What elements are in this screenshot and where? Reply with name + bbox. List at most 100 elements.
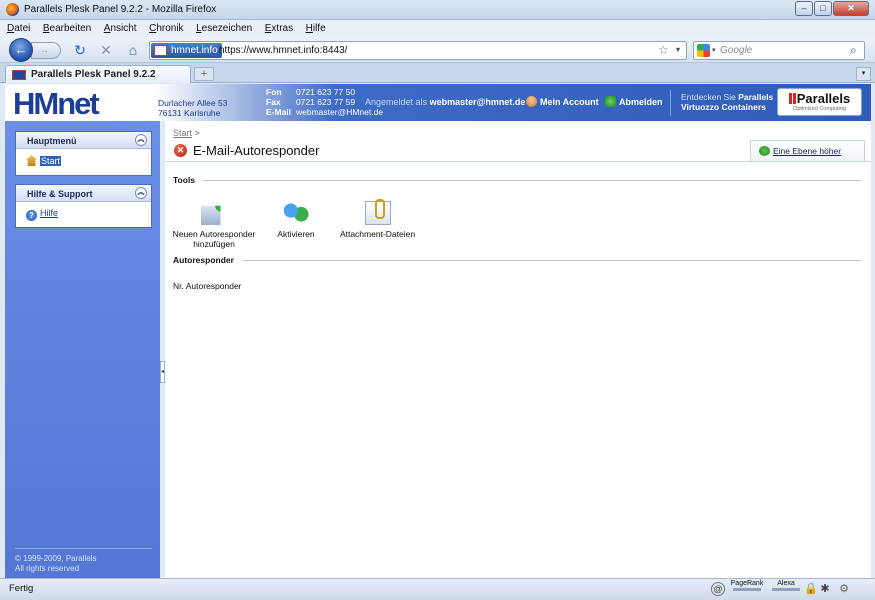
main-menu-title: Hauptmenü [27,136,77,146]
tab-label: Parallels Plesk Panel 9.2.2 [31,69,156,80]
page-title: E-Mail-Autoresponder [193,143,320,158]
tab-list-button[interactable]: ▾ [856,67,871,81]
firefox-icon [6,3,19,16]
company-address: Durlacher Allee 53 76131 Karlsruhe [158,98,227,118]
forward-button[interactable]: → [31,42,61,59]
addon-icon[interactable]: ✱ [818,582,832,596]
parallels-logo-text: Parallels [796,91,851,106]
stop-icon[interactable]: ✕ [97,41,115,59]
parallels-bars-icon [792,93,796,104]
url-dropdown-icon[interactable]: ▾ [676,45,680,54]
collapse-icon[interactable]: ︽ [135,134,147,146]
reload-icon[interactable]: ↻ [71,41,89,59]
url-bar[interactable]: hmnet.info https://www.hmnet.info:8443/ … [149,41,687,60]
menu-chronik[interactable]: Chronik [142,20,186,34]
logout-link[interactable]: Abmelden [605,96,663,107]
minimize-button[interactable]: – [795,1,813,16]
tab-favicon-icon [12,70,26,80]
up-one-level-label: Eine Ebene höher [773,146,842,156]
promo-brand: Parallels [738,92,774,102]
navigation-toolbar: → ← ↻ ✕ ⌂ hmnet.info https://www.hmnet.i… [0,37,875,63]
promo-product: Virtuozzo Containers [681,102,766,112]
title-divider [165,161,871,162]
autoresponder-count-label: Nr. Autoresponder [173,281,242,291]
address-line: Durlacher Allee 53 [158,98,228,108]
tools-divider [203,180,861,181]
lock-icon[interactable]: 🔒 [804,582,818,596]
home-icon [26,155,37,166]
user-icon [526,96,537,107]
add-mail-icon [201,205,221,225]
main-menu-panel: Hauptmenü ︽ Start [15,131,152,176]
tools-heading: Tools [173,175,196,185]
menu-datei[interactable]: Datei [0,20,33,34]
maximize-button[interactable]: □ [814,1,832,16]
url-input[interactable]: https://www.hmnet.info:8443/ [219,45,347,56]
logged-in-status: Angemeldet als webmaster@hmnet.de [365,97,525,107]
contact-label: E-Mail [266,107,292,117]
parallels-logo[interactable]: Parallels Optimized Computing [777,88,862,116]
sidebar: Hauptmenü ︽ Start Hilfe & Support ︽ ? Hil… [5,121,160,578]
breadcrumb-start-link[interactable]: Start [173,128,192,138]
header-divider [670,90,671,116]
back-button[interactable]: ← [9,38,33,62]
site-identity-label: hmnet.info [171,45,218,56]
close-window-button[interactable]: ✕ [833,1,869,16]
main-menu-header[interactable]: Hauptmenü ︽ [16,132,151,149]
sidebar-item-help[interactable]: ? Hilfe [26,208,151,221]
site-identity-button[interactable]: hmnet.info [151,43,222,58]
up-arrow-icon [759,146,770,156]
add-autoresponder-tool[interactable]: Neuen Autoresponder hinzufügen [171,201,257,249]
attachment-files-tool[interactable]: Attachment-Dateien [335,199,420,239]
parallels-bars-icon [788,93,792,104]
logged-in-user: webmaster@hmnet.de [429,97,526,107]
attachment-paperclip-icon [364,199,391,225]
menu-bearbeiten[interactable]: Bearbeiten [36,20,94,34]
search-icon[interactable]: ⌕ [850,43,857,58]
search-engine-dropdown-icon[interactable]: ▾ [712,46,716,54]
menu-ansicht[interactable]: Ansicht [97,20,140,34]
menu-lesezeichen[interactable]: Lesezeichen [189,20,255,34]
breadcrumb-separator: > [192,128,200,138]
tab-plesk-panel[interactable]: Parallels Plesk Panel 9.2.2 [5,65,191,83]
breadcrumb: Start > [173,128,200,138]
collapse-icon[interactable]: ︽ [135,187,147,199]
my-account-link[interactable]: Mein Account [526,96,599,107]
pagerank-label: PageRank [730,580,764,587]
home-icon[interactable]: ⌂ [124,41,142,59]
tool-label: hinzufügen [193,239,235,249]
menu-extras[interactable]: Extras [258,20,296,34]
help-support-header[interactable]: Hilfe & Support ︽ [16,185,151,202]
parallels-tagline: Optimized Computing [793,106,846,112]
logout-icon [605,96,616,107]
google-engine-icon[interactable] [697,44,710,57]
activate-users-icon [283,201,309,225]
tool-label: Neuen Autoresponder [172,229,256,239]
copyright-line: © 1999-2009, Parallels [15,554,97,563]
tab-strip: Parallels Plesk Panel 9.2.2 + ▾ [0,63,875,83]
bookmark-star-icon[interactable]: ☆ [658,43,669,57]
copyright-line: All rights reserved [15,564,80,573]
help-icon: ? [26,210,37,221]
autoresponder-heading: Autoresponder [173,255,234,265]
contact-email: webmaster@HMnet.de [296,107,384,117]
pagerank-indicator[interactable]: PageRank [729,580,765,591]
search-bar[interactable]: ▾ Google ⌕ [693,41,865,60]
menu-bar: Datei Bearbeiten Ansicht Chronik Lesezei… [0,20,875,37]
menu-hilfe[interactable]: Hilfe [299,20,329,34]
help-support-title: Hilfe & Support [27,189,93,199]
activate-tool[interactable]: Aktivieren [266,201,326,239]
up-one-level-button[interactable]: Eine Ebene höher [750,140,865,161]
gear-icon[interactable]: ⚙ [837,582,851,596]
at-icon[interactable]: @ [711,582,725,596]
sidebar-item-start[interactable]: Start [26,155,151,166]
promo-prefix: Entdecken Sie [681,92,736,102]
search-input[interactable]: Google [720,45,752,56]
window-title: Parallels Plesk Panel 9.2.2 - Mozilla Fi… [24,4,217,15]
tool-label: Aktivieren [277,229,315,239]
phone-number: 0721 623 77 50 [296,87,356,97]
new-tab-button[interactable]: + [194,67,214,81]
alexa-indicator[interactable]: Alexa [771,580,801,591]
promo-link[interactable]: Entdecken Sie Parallels Virtuozzo Contai… [681,92,773,112]
hmnet-logo[interactable]: HMnet [13,86,100,122]
